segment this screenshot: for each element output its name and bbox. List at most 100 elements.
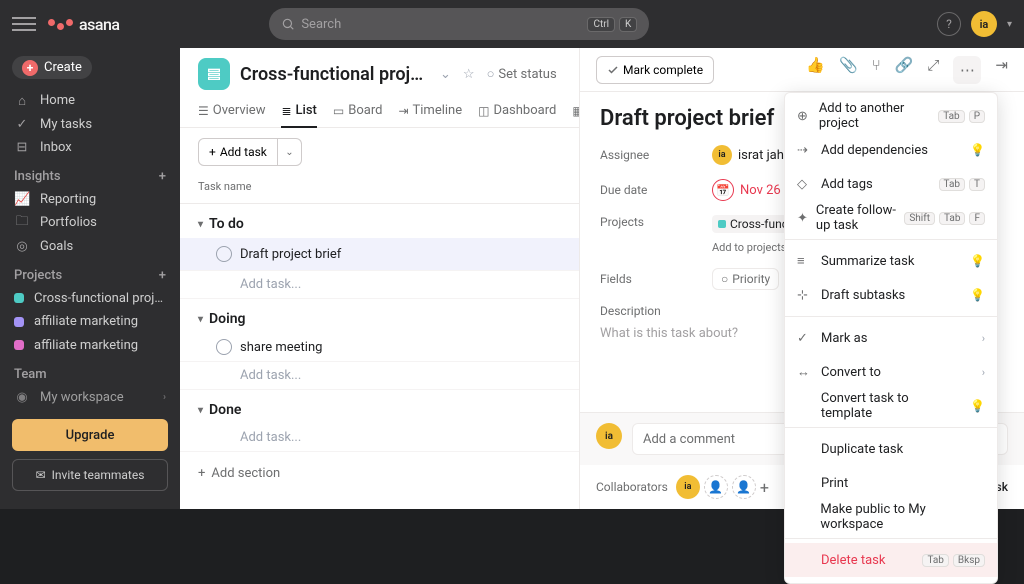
menu-item[interactable]: Delete taskTabBksp [785,543,997,577]
more-actions-button[interactable]: ⋯ [953,56,981,84]
menu-shortcut: ShiftTabF [904,212,985,225]
add-task-dropdown[interactable]: ⌄ [278,138,302,166]
plus-icon[interactable]: + [159,169,166,184]
nav-inbox[interactable]: ⊟ Inbox [0,136,180,159]
fields-label: Fields [600,272,700,286]
complete-toggle[interactable] [216,339,232,355]
search-icon [281,17,295,31]
nav-home[interactable]: ⌂ Home [0,89,180,112]
plus-icon[interactable]: + [159,268,166,283]
tab-list[interactable]: ≣List [281,96,316,128]
assignee-label: Assignee [600,148,700,162]
menu-item[interactable]: Make public to My workspace [785,500,997,534]
project-item-1[interactable]: affiliate marketing [0,310,180,333]
close-pane-icon[interactable]: ⇥ [995,56,1008,84]
search-shortcut: CtrlK [587,17,637,32]
add-collaborator[interactable]: 👤 [704,475,728,499]
menu-label: Add dependencies [821,143,928,158]
menu-item[interactable]: Convert task to template💡 [785,389,997,423]
asana-logo[interactable]: asana [48,15,120,34]
search-placeholder: Search [301,17,341,32]
bulb-icon: 💡 [970,288,985,302]
help-icon[interactable]: ? [937,12,961,36]
add-task-button[interactable]: + Add task [198,138,278,166]
menu-item[interactable]: ◇Add tagsTabT [785,167,997,201]
project-color-dot [718,220,726,228]
team-header[interactable]: Team [0,357,180,386]
create-label: Create [44,60,82,75]
user-avatar[interactable]: ia [971,11,997,37]
priority-field[interactable]: ○ Priority [712,268,779,290]
caret-down-icon: ▾ [198,314,203,325]
menu-icon: ⇢ [797,143,813,158]
menu-label: Delete task [821,553,885,568]
tab-overview[interactable]: ☰Overview [198,96,265,128]
like-icon[interactable]: 👍 [806,56,825,84]
menu-item[interactable]: ↔Convert to› [785,355,997,389]
menu-icon: ✦ [797,211,808,226]
comment-avatar: ia [596,423,622,449]
project-item-0[interactable]: Cross-functional project pl... [0,287,180,310]
menu-icon: ⊕ [797,109,811,124]
chevron-right-icon: › [982,366,985,379]
menu-item[interactable]: Print [785,466,997,500]
collaborator-avatar[interactable]: ia [676,475,700,499]
menu-item[interactable]: ⇢Add dependencies💡 [785,133,997,167]
menu-label: Print [821,476,848,491]
nav-portfolios[interactable]: 🗀 Portfolios [0,211,180,234]
add-collaborator-plus[interactable]: + [760,478,769,497]
create-button[interactable]: + Create [12,56,92,79]
menu-label: Draft subtasks [821,288,905,303]
sidebar-toggle[interactable] [12,12,36,36]
search-input[interactable]: Search CtrlK [269,8,649,40]
caret-down-icon: ▾ [198,219,203,230]
projects-header[interactable]: Projects+ [0,258,180,287]
plus-icon: + [22,60,38,76]
star-icon[interactable]: ☆ [463,67,475,82]
user-menu-chevron[interactable]: ▾ [1007,19,1012,30]
bulb-icon: 💡 [970,399,985,413]
tab-dashboard[interactable]: ◫Dashboard [478,96,556,128]
task-detail-pane: Mark complete 👍 📎 ⑂ 🔗 ⤢ ⋯ ⇥ Draft projec… [579,48,1024,509]
chevron-down-icon[interactable]: ⌄ [440,67,451,82]
menu-item[interactable]: Duplicate task [785,432,997,466]
mark-complete-button[interactable]: Mark complete [596,56,714,84]
menu-item[interactable]: ✓Mark as› [785,321,997,355]
attachment-icon[interactable]: 📎 [839,56,858,84]
project-color-dot [14,317,24,327]
chevron-right-icon: › [982,332,985,345]
insights-header[interactable]: Insights+ [0,159,180,188]
nav-goals[interactable]: ◎ Goals [0,235,180,258]
menu-label: Mark as [821,331,867,346]
tab-timeline[interactable]: ⇥Timeline [398,96,462,128]
due-date-label: Due date [600,183,700,197]
team-workspace[interactable]: ◉ My workspace › [0,386,180,409]
menu-item[interactable]: ≡Summarize task💡 [785,244,997,278]
menu-item[interactable]: ⊹Draft subtasks💡 [785,278,997,312]
link-icon[interactable]: 🔗 [895,56,914,84]
complete-toggle[interactable] [216,246,232,262]
chevron-right-icon: › [163,392,166,403]
chart-icon: 📈 [14,192,30,207]
fullscreen-icon[interactable]: ⤢ [927,56,939,84]
check-icon: ✓ [14,117,30,132]
menu-icon: ◇ [797,177,813,192]
tab-board[interactable]: ▭Board [333,96,383,128]
invite-teammates-button[interactable]: ✉ Invite teammates [12,459,168,491]
menu-label: Create follow-up task [816,203,896,233]
project-item-2[interactable]: affiliate marketing [0,333,180,356]
assignee-avatar: ia [712,145,732,165]
nav-my-tasks[interactable]: ✓ My tasks [0,113,180,136]
upgrade-button[interactable]: Upgrade [12,419,168,451]
project-title[interactable]: Cross-functional project ... [240,64,430,85]
menu-icon: ≡ [797,253,813,269]
calendar-icon: 📅 [712,179,734,201]
menu-item[interactable]: ⊕Add to another projectTabP [785,99,997,133]
subtask-icon[interactable]: ⑂ [872,56,881,84]
menu-item[interactable]: ✦ Create follow-up task ShiftTabF [785,201,997,235]
add-collaborator[interactable]: 👤 [732,475,756,499]
project-color-dot [14,340,24,350]
menu-label: Add to another project [819,101,930,131]
set-status-button[interactable]: ○ Set status [487,66,557,82]
nav-reporting[interactable]: 📈 Reporting [0,188,180,211]
